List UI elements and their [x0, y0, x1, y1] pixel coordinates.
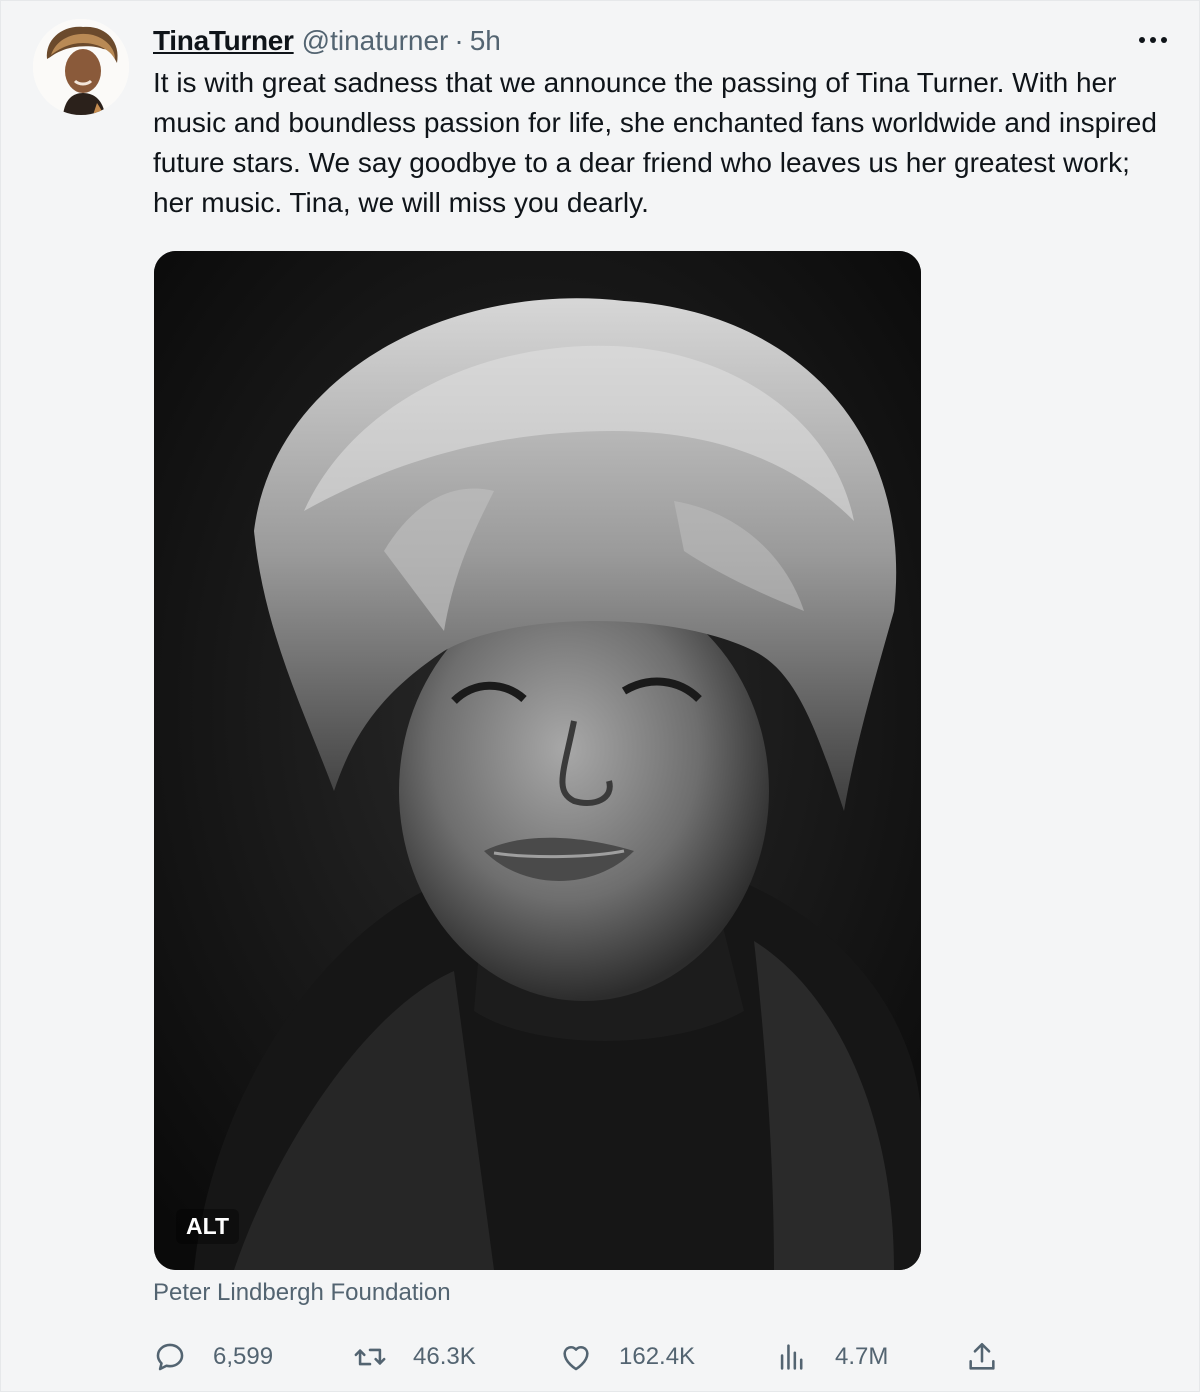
views-button[interactable]: 4.7M	[775, 1340, 888, 1374]
alt-text-badge[interactable]: ALT	[176, 1209, 240, 1244]
more-options-button[interactable]	[1133, 25, 1173, 55]
reply-icon	[156, 1343, 184, 1371]
like-button[interactable]: 162.4K	[559, 1340, 695, 1374]
analytics-icon	[780, 1344, 803, 1370]
tweet-timestamp[interactable]: 5h	[470, 25, 501, 57]
retweet-icon	[354, 1348, 386, 1366]
tweet-header: TinaTurner @tinaturner · 5h	[153, 21, 501, 61]
retweet-button[interactable]: 46.3K	[353, 1340, 476, 1374]
tweet-text: It is with great sadness that we announc…	[153, 67, 1157, 218]
display-name[interactable]: TinaTurner	[153, 25, 294, 57]
more-icon	[1139, 37, 1167, 43]
heart-icon	[563, 1345, 589, 1371]
share-icon	[969, 1342, 995, 1370]
tweet-card: TinaTurner @tinaturner · 5h It is with g…	[0, 0, 1200, 1392]
reply-button[interactable]: 6,599	[153, 1340, 273, 1374]
avatar[interactable]	[33, 19, 129, 115]
share-button[interactable]	[965, 1340, 999, 1374]
retweet-count: 46.3K	[413, 1343, 476, 1370]
action-bar: 6,599 46.3K 162.4K 4.7M	[153, 1335, 1013, 1379]
avatar-image	[33, 19, 129, 115]
separator-dot: ·	[454, 25, 464, 56]
photo-credit: Peter Lindbergh Foundation	[153, 1279, 451, 1306]
views-count: 4.7M	[835, 1343, 889, 1370]
user-handle[interactable]: @tinaturner	[302, 25, 449, 57]
like-count: 162.4K	[619, 1343, 696, 1370]
reply-count: 6,599	[213, 1343, 274, 1370]
tweet-photo[interactable]: ALT	[154, 251, 921, 1270]
portrait-photo	[154, 251, 921, 1270]
